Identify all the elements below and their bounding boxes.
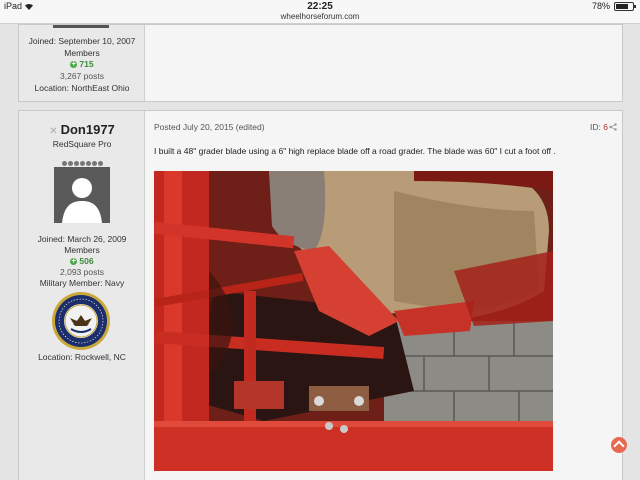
joined-date: Joined: September 10, 2007 xyxy=(28,36,136,46)
clock: 22:25 xyxy=(307,1,333,12)
battery-percent: 78% xyxy=(591,1,610,11)
post-id[interactable]: ID: 6 xyxy=(590,122,608,132)
url-bar[interactable]: wheelhorseforum.com xyxy=(0,12,640,21)
battery-fill xyxy=(616,4,628,9)
member-rank: RedSquare Pro xyxy=(52,139,112,149)
username-row: ✕ Don1977 xyxy=(19,121,145,139)
rank-pip xyxy=(97,161,103,166)
rank-pip xyxy=(91,161,97,166)
post-id-label: ID: xyxy=(590,122,601,132)
post: ✕ Don1977 RedSquare Pro Joined: March 26,… xyxy=(18,110,623,480)
location: Location: Rockwell, NC xyxy=(38,352,126,362)
rank-pip xyxy=(73,161,79,166)
navy-seal-icon xyxy=(52,292,110,350)
military-member: Military Member: Navy xyxy=(39,278,125,288)
rank-pip xyxy=(79,161,85,166)
share-icon[interactable] xyxy=(609,123,617,131)
scroll-top-button[interactable] xyxy=(611,437,627,453)
default-avatar-icon xyxy=(54,167,110,223)
battery-icon xyxy=(614,2,636,11)
post-previous: Joined: September 10, 2007 Members 715 3… xyxy=(18,24,623,102)
username[interactable]: Don1977 xyxy=(61,122,115,137)
post-image[interactable] xyxy=(154,171,553,471)
rank-pip xyxy=(61,161,67,166)
reputation-icon xyxy=(70,58,78,70)
reputation-icon xyxy=(70,255,78,267)
post-date: Posted July 20, 2015 (edited) xyxy=(154,122,265,132)
reputation-count: 715 xyxy=(79,59,94,69)
author-panel: ✕ Don1977 RedSquare Pro Joined: March 26,… xyxy=(19,111,145,480)
post-count: 3,267 posts xyxy=(60,71,104,81)
post-id-number: 6 xyxy=(603,122,608,132)
post-content: Posted July 20, 2015 (edited) ID: 6 I bu… xyxy=(145,111,622,480)
post-content xyxy=(145,25,622,101)
avatar[interactable] xyxy=(54,167,110,223)
status-bar: iPad 22:25 wheelhorseforum.com 78% xyxy=(0,0,640,24)
location: Location: NorthEast Ohio xyxy=(34,83,130,93)
rank-pip xyxy=(67,161,73,166)
offline-icon: ✕ xyxy=(49,126,58,137)
rank-pips xyxy=(19,153,145,166)
author-panel: Joined: September 10, 2007 Members 715 3… xyxy=(19,25,145,101)
post-body: I built a 48" grader blade using a 6" hi… xyxy=(154,146,556,156)
avatar[interactable] xyxy=(53,25,109,28)
reputation: 715 xyxy=(19,58,145,70)
reputation-count: 506 xyxy=(79,256,94,266)
rank-pip xyxy=(85,161,91,166)
